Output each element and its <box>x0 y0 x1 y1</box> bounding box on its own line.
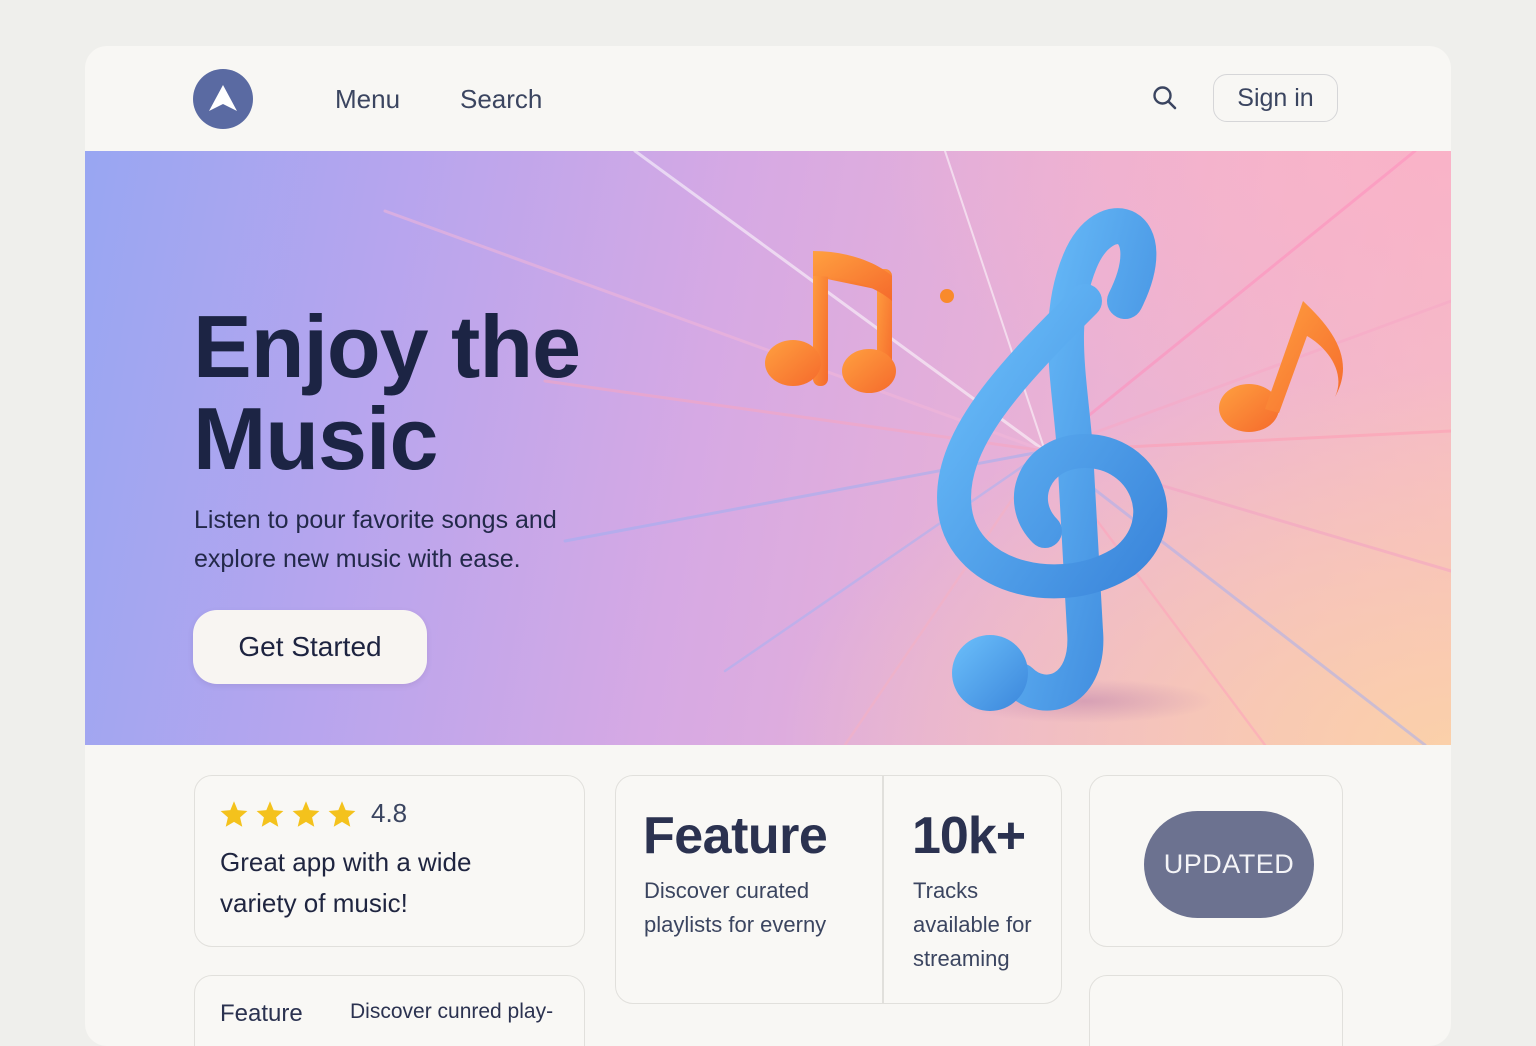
music-illustration <box>765 208 1344 723</box>
nav-search[interactable]: Search <box>460 84 542 115</box>
updated-badge[interactable]: UPDATED <box>1144 811 1314 918</box>
star-icon <box>220 800 248 827</box>
track-count: 10k+ <box>912 807 1026 865</box>
nav-menu[interactable]: Menu <box>335 84 400 115</box>
feature-row-card: Feature Discover cunred play- <box>194 975 585 1046</box>
feature-title: Feature <box>643 807 828 865</box>
music-note-icon <box>765 251 896 393</box>
feature-text-line2: playlists for everny <box>644 912 827 937</box>
logo-icon[interactable] <box>193 69 253 129</box>
music-note-icon <box>1219 301 1344 432</box>
review-text: Great app with a wide variety of music! <box>220 842 540 924</box>
star-icon <box>256 800 284 827</box>
rating-value: 4.8 <box>371 798 408 828</box>
star-icon <box>328 800 356 827</box>
feature-row-text: Discover cunred play- <box>350 1000 554 1023</box>
review-text-line1: Great app with a wide <box>220 847 472 877</box>
search-icon[interactable] <box>1151 84 1179 112</box>
star-rating: 4.8 <box>219 798 407 829</box>
feature-card: Feature Discover curated playlists for e… <box>615 775 1062 1004</box>
hero-banner: Enjoy the Music Listen to pour favorite … <box>85 151 1451 745</box>
app-window: Menu Search Sign in Enjoy the Music List… <box>85 46 1451 1046</box>
divider <box>882 776 884 1004</box>
feature-text: Discover curated playlists for everny <box>644 874 864 942</box>
track-count-label: Tracks available for streaming <box>913 874 1063 976</box>
review-text-line2: variety of music! <box>220 888 408 918</box>
feature-text-line1: Discover curated <box>644 878 810 903</box>
stat-line1: Tracks <box>913 878 979 903</box>
stat-line3: streaming <box>913 946 1010 971</box>
badge-card: UPDATED <box>1089 775 1343 947</box>
empty-card <box>1089 975 1343 1046</box>
treble-clef-icon <box>937 208 1168 711</box>
sign-in-button[interactable]: Sign in <box>1213 74 1338 122</box>
star-icon <box>292 800 320 827</box>
stat-line2: available for <box>913 912 1032 937</box>
review-card: 4.8 Great app with a wide variety of mus… <box>194 775 585 947</box>
